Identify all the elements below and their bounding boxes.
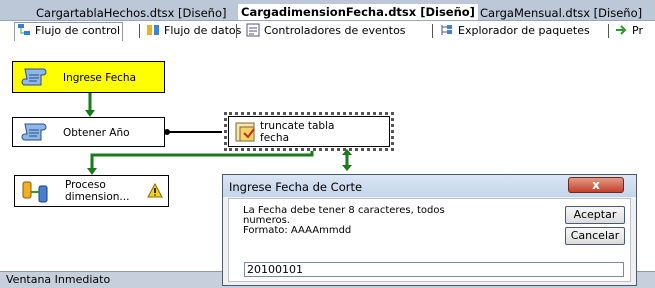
sql-task-icon — [234, 121, 260, 148]
tab-data-flow-label: Flujo de datos — [164, 24, 242, 37]
warning-icon — [147, 182, 163, 201]
designer-tab-bar: Flujo de control Flujo de datos Controla… — [0, 20, 655, 42]
doc-tab-cargartablahechos[interactable]: CargartablaHechos.dtsx [Diseño] — [36, 6, 226, 20]
connector-arrowhead — [85, 110, 95, 117]
task-obtener-anio[interactable]: Obtener Año — [12, 117, 165, 147]
dialog-title-bar[interactable]: Ingrese Fecha de Corte x — [223, 175, 636, 197]
tab-event-handlers[interactable]: Controladores de eventos — [246, 23, 406, 39]
tab-progress[interactable]: Pr — [614, 23, 643, 39]
script-task-icon — [21, 66, 49, 91]
date-input[interactable]: 20100101 — [244, 262, 624, 277]
task-proceso-dimension[interactable]: Proceso dimension... — [14, 175, 169, 207]
task-truncate-tabla-fecha[interactable]: truncate tabla fecha — [228, 116, 390, 147]
status-bar-label: Ventana Inmediato — [6, 273, 111, 286]
package-explorer-icon — [440, 23, 454, 37]
tab-progress-label: Pr — [632, 24, 643, 37]
data-flow-task-icon — [21, 180, 51, 207]
tab-separator — [608, 24, 609, 38]
tab-separator — [139, 24, 140, 38]
connector-handle-arrow-down — [342, 165, 352, 171]
task-label-line1: Proceso — [65, 179, 106, 191]
tab-separator — [432, 24, 433, 38]
input-dialog: Ingrese Fecha de Corte x La Fecha debe t… — [222, 174, 637, 286]
tab-event-handlers-label: Controladores de eventos — [264, 24, 406, 37]
tab-package-explorer[interactable]: Explorador de paquetes — [440, 23, 590, 39]
connector-arrowhead — [87, 168, 97, 175]
task-label-line1: truncate tabla — [260, 120, 335, 132]
task-label-line2: dimension... — [65, 191, 130, 203]
accept-button[interactable]: Aceptar — [565, 206, 625, 224]
dialog-message-line3: Formato: AAAAmmdd — [243, 225, 352, 236]
event-handlers-icon — [246, 23, 260, 37]
document-tab-bar: CargartablaHechos.dtsx [Diseño] Cargadim… — [0, 0, 655, 20]
cancel-button[interactable]: Cancelar — [565, 227, 625, 245]
doc-tab-cargamensual[interactable]: CargaMensual.dtsx [Diseño] — [480, 6, 642, 20]
tab-separator — [236, 24, 237, 38]
tab-package-explorer-label: Explorador de paquetes — [458, 24, 590, 37]
script-task-icon — [21, 121, 49, 146]
tab-control-flow-label: Flujo de control — [35, 24, 121, 37]
control-flow-icon — [17, 23, 31, 37]
task-label-line2: fecha — [260, 132, 290, 144]
tab-control-flow[interactable]: Flujo de control — [14, 22, 124, 41]
task-label: Ingrese Fecha — [63, 72, 137, 84]
doc-tab-cargadimensionfecha[interactable]: CargadimensionFecha.dtsx [Diseño] — [238, 4, 478, 20]
connector-truncate-to-proceso — [90, 151, 314, 169]
data-flow-icon — [146, 23, 160, 37]
dialog-body: La Fecha debe tener 8 caracteres, todos … — [228, 198, 631, 282]
task-ingrese-fecha[interactable]: Ingrese Fecha — [12, 61, 165, 93]
task-label: Obtener Año — [63, 127, 130, 139]
dialog-title: Ingrese Fecha de Corte — [229, 180, 363, 194]
tab-data-flow[interactable]: Flujo de datos — [146, 23, 241, 39]
progress-icon — [614, 23, 628, 37]
close-button[interactable]: x — [568, 177, 624, 193]
